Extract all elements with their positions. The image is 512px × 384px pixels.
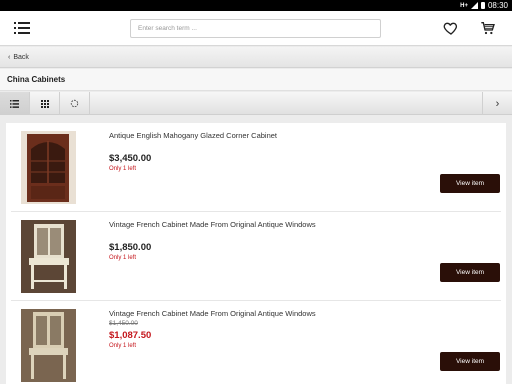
back-label: Back: [13, 53, 29, 61]
product-title[interactable]: Vintage French Cabinet Made From Origina…: [109, 309, 316, 318]
refresh-button[interactable]: [60, 92, 90, 115]
sale-price: $1,087.50: [109, 330, 152, 341]
search-input[interactable]: [130, 19, 381, 38]
category-title: China Cabinets: [7, 75, 66, 84]
product-title[interactable]: Antique English Mahogany Glazed Corner C…: [109, 131, 277, 140]
product-image[interactable]: [21, 131, 76, 204]
status-icons: H+ 08:30: [460, 0, 508, 11]
cart-icon[interactable]: [480, 20, 496, 36]
stock-status: Only 1 left: [109, 255, 137, 261]
list-item: Vintage French Cabinet Made From Origina…: [6, 301, 506, 384]
chevron-right-icon: ›: [495, 97, 500, 110]
product-list: Antique English Mahogany Glazed Corner C…: [6, 123, 506, 384]
stock-status: Only 1 left: [109, 343, 137, 349]
menu-icon[interactable]: [14, 21, 30, 35]
list-item: Antique English Mahogany Glazed Corner C…: [6, 123, 506, 212]
list-view-button[interactable]: [0, 92, 30, 115]
app-header: [0, 11, 512, 46]
product-title[interactable]: Vintage French Cabinet Made From Origina…: [109, 220, 316, 229]
battery-icon: [480, 2, 485, 9]
product-price: $3,450.00: [109, 153, 152, 164]
wishlist-heart-icon[interactable]: [443, 20, 459, 36]
list-view-icon: [10, 95, 19, 113]
original-price: $1,450.00: [109, 320, 138, 327]
view-item-button[interactable]: View item: [440, 263, 500, 282]
product-image[interactable]: [21, 220, 76, 293]
product-image[interactable]: [21, 309, 76, 382]
signal-icon: [470, 2, 478, 9]
refresh-icon: [70, 95, 79, 113]
status-bar: H+ 08:30: [0, 0, 512, 11]
view-item-button[interactable]: View item: [440, 352, 500, 371]
category-title-bar: China Cabinets: [0, 69, 512, 91]
view-toolbar: ›: [0, 92, 512, 115]
stock-status: Only 1 left: [109, 166, 137, 172]
clock: 08:30: [487, 1, 508, 10]
chevron-left-icon: ‹: [8, 53, 11, 61]
grid-view-icon: [40, 95, 49, 113]
list-item: Vintage French Cabinet Made From Origina…: [6, 212, 506, 301]
next-page-button[interactable]: ›: [482, 92, 512, 115]
grid-view-button[interactable]: [30, 92, 60, 115]
back-button[interactable]: ‹ Back: [0, 47, 512, 68]
product-price: $1,850.00: [109, 242, 152, 253]
network-type: H+: [460, 2, 468, 9]
view-item-button[interactable]: View item: [440, 174, 500, 193]
